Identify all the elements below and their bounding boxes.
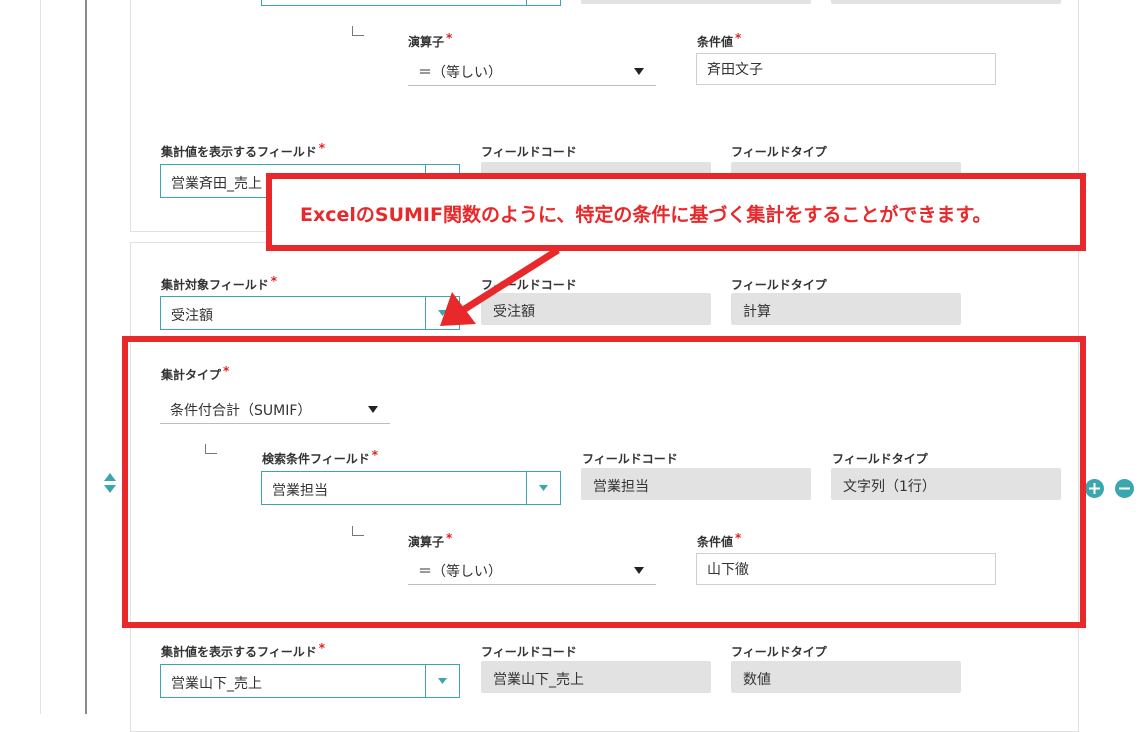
dropdown-button[interactable] <box>425 665 459 697</box>
display-field-code-label: フィールドコード <box>481 645 577 659</box>
outer-border <box>40 0 41 714</box>
condition-value-label: 条件値 * <box>697 31 742 49</box>
operator-select-value: ＝（等しい） <box>418 65 502 81</box>
annotation-arrow-icon <box>440 247 560 326</box>
target-field-type: 計算 <box>731 293 961 325</box>
target-field-type-label: フィールドタイプ <box>731 278 827 292</box>
display-field-code: 営業山下_売上 <box>481 661 711 693</box>
display-field-label: 集計値を表示するフィールド * <box>161 641 326 659</box>
search-field-combo-partial[interactable] <box>261 0 561 6</box>
triangle-down-icon <box>634 68 644 75</box>
display-field-type: 数値 <box>731 661 961 693</box>
group-indent-bar <box>85 0 87 714</box>
minus-icon <box>1119 487 1130 490</box>
drag-handle-icon[interactable] <box>103 472 117 494</box>
field-code-label: フィールドコード <box>481 145 577 159</box>
field-type-partial <box>831 0 1061 4</box>
chevron-down-icon <box>438 678 447 684</box>
field-code-partial <box>581 0 811 4</box>
field-type-label: フィールドタイプ <box>731 145 827 159</box>
highlight-box <box>122 336 1086 628</box>
display-field-label: 集計値を表示するフィールド * <box>161 141 326 159</box>
target-field-value: 受注額 <box>171 308 213 324</box>
target-field-label: 集計対象フィールド * <box>161 274 278 292</box>
annotation-callout: ExcelのSUMIF関数のように、特定の条件に基づく集計をすることができます。 <box>266 173 1086 251</box>
display-field-type-label: フィールドタイプ <box>731 645 827 659</box>
display-field-value: 営業山下_売上 <box>171 676 262 692</box>
target-field-combo[interactable]: 受注額 <box>160 296 460 330</box>
condition-value-field[interactable] <box>707 61 961 77</box>
dropdown-button[interactable] <box>526 0 560 5</box>
add-row-button[interactable] <box>1085 479 1104 498</box>
display-field-combo[interactable]: 営業山下_売上 <box>160 664 460 698</box>
callout-text: ExcelのSUMIF関数のように、特定の条件に基づく集計をすることができます。 <box>300 204 992 226</box>
nesting-elbow <box>352 26 364 36</box>
operator-select[interactable]: ＝（等しい） <box>408 54 656 86</box>
remove-row-button[interactable] <box>1115 479 1134 498</box>
operator-label: 演算子 * <box>408 31 453 49</box>
display-field-value: 営業斉田_売上 <box>171 176 262 192</box>
plus-icon <box>1089 483 1100 494</box>
condition-value-input[interactable] <box>696 53 996 85</box>
